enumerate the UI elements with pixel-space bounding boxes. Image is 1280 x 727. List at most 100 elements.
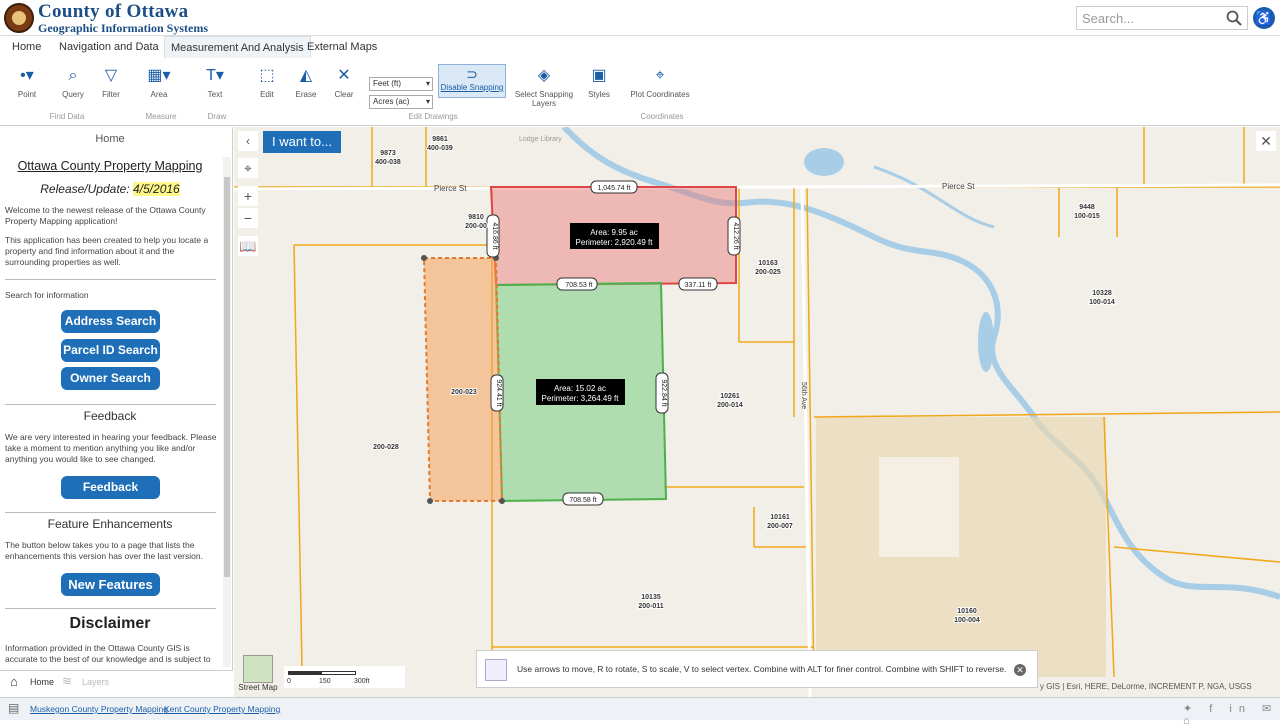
area-button[interactable]: ▦▾ Area [140, 66, 178, 99]
parcel-number-label: 10160 [957, 608, 977, 615]
features-title: Feature Enhancements [47, 517, 173, 531]
pond-shape [978, 312, 994, 372]
dimension-label: 922.84 ft [660, 379, 667, 406]
parcel-number-label: 9873 [380, 150, 396, 157]
parcel-id-label: 400-038 [375, 159, 401, 166]
street-label: Pierce St [942, 182, 975, 191]
tab-measurement-and-analysis[interactable]: Measurement And Analysis [164, 36, 311, 58]
release-label: Release/Update: [40, 182, 130, 196]
features-text: The button below takes you to a page tha… [5, 540, 203, 561]
divider [5, 512, 216, 513]
parcel-id-search-button[interactable]: Parcel ID Search [61, 339, 160, 362]
app-title: Ottawa County Property Mapping [17, 159, 203, 173]
pond-shape [804, 148, 844, 176]
area-unit-select[interactable]: Acres (ac) [369, 95, 433, 109]
point-label: Point [17, 90, 37, 99]
collapse-sidebar-button[interactable]: ‹ [238, 131, 258, 151]
erase-label: Erase [295, 90, 317, 99]
close-icon: ✕ [337, 67, 351, 84]
dimension-label: 924.41 ft [495, 379, 502, 406]
area-label: Area [150, 90, 168, 99]
address-search-button[interactable]: Address Search [61, 310, 160, 333]
kent-county-link[interactable]: Kent County Property Mapping [164, 704, 280, 714]
parcel-id-label: 200-025 [755, 269, 781, 276]
accessibility-icon[interactable]: ♿ [1253, 7, 1275, 29]
app-header: County of Ottawa Geographic Information … [0, 0, 1280, 36]
green-area-text: Area: 15.02 ac [554, 384, 606, 393]
text-button[interactable]: T▾ Text [196, 66, 234, 99]
parcel-number-label: 10163 [758, 260, 778, 267]
dimension-label: 337.11 ft [685, 282, 712, 289]
styles-icon: ▣ [591, 67, 607, 84]
bottom-nav-home[interactable]: Home [30, 677, 54, 687]
plot-coordinates-button[interactable]: ⌖ Plot Coordinates [628, 66, 692, 99]
search-input[interactable]: Search... [1076, 6, 1248, 30]
street-map-thumbnail [243, 655, 273, 683]
muskegon-county-link[interactable]: Muskegon County Property Mapping [30, 704, 168, 714]
parcel-number-label: 9448 [1079, 204, 1095, 211]
scale-graphic [288, 671, 356, 675]
zoom-in-button[interactable]: + [238, 186, 258, 206]
social-share-icons[interactable]: ✦ f in ✉ ⌂ [1183, 702, 1280, 727]
parcel-id-label: 200-011 [638, 603, 663, 610]
county-seal-logo [4, 3, 34, 33]
search-icon[interactable] [1226, 10, 1242, 26]
parcel-number-label: 10261 [720, 393, 740, 400]
sidebar-scrollbar[interactable] [223, 157, 231, 667]
select-snapping-layers-button[interactable]: ◈ Select Snapping Layers [512, 66, 576, 108]
erase-button[interactable]: ◭ Erase [293, 66, 319, 99]
orange-selected-polygon[interactable] [422, 257, 504, 502]
parcel-highlight [816, 417, 1106, 677]
new-features-button[interactable]: New Features [61, 573, 160, 596]
welcome-text: Welcome to the newest release of the Ott… [5, 205, 206, 226]
disclaimer-title: Disclaimer [69, 615, 151, 632]
main-tabs: Home Navigation and Data Measurement And… [0, 36, 1280, 58]
street-label: Pierce St [434, 184, 467, 193]
owner-search-button[interactable]: Owner Search [61, 367, 160, 390]
map-view[interactable]: Pierce St Pierce St Lodge Library 56th Ave A… [234, 127, 1280, 697]
filter-label: Filter [102, 90, 120, 99]
parcel-number-label: 9861 [432, 136, 448, 143]
scale-300: 300ft [354, 678, 370, 685]
locate-icon[interactable]: ⌖ [238, 158, 258, 178]
map-attribution: y GIS | Esri, HERE, DeLorme, INCREMENT P… [1040, 682, 1252, 691]
edit-button[interactable]: ⬚ Edit [254, 66, 280, 99]
bottom-nav-layers[interactable]: Layers [82, 677, 109, 687]
basemap-toggle[interactable]: Street Map [238, 655, 278, 697]
building-footprint [879, 457, 959, 557]
disable-snapping-button[interactable]: ⊃ Disable Snapping [438, 64, 506, 98]
road-label: 56th Ave [800, 382, 807, 409]
group-edit-drawings: Edit Drawings [408, 112, 458, 121]
parcel-number-label: 9810 [468, 214, 484, 221]
tools-icon[interactable]: ✕ [1256, 131, 1276, 151]
clear-label: Clear [334, 90, 354, 99]
scale-150: 150 [319, 678, 331, 685]
feedback-button[interactable]: Feedback [61, 476, 160, 499]
styles-label: Styles [588, 90, 610, 99]
parcel-id-label: 200-007 [767, 523, 793, 530]
map-canvas[interactable]: Pierce St Pierce St Lodge Library 56th Ave A… [234, 127, 1280, 697]
search-placeholder: Search... [1082, 11, 1135, 26]
layers-icon[interactable]: ≋ [62, 674, 72, 688]
tab-external-maps[interactable]: External Maps [301, 36, 383, 58]
home-icon[interactable]: ⌂ [10, 674, 18, 689]
clear-button[interactable]: ✕ Clear [332, 66, 356, 99]
parcel-id-label: 200-023 [451, 389, 477, 396]
i-want-to-button[interactable]: I want to... [263, 131, 341, 153]
edit-instructions-panel: Use arrows to move, R to rotate, S to sc… [476, 650, 1038, 688]
length-unit-select[interactable]: Feet (ft) [369, 77, 433, 91]
layers-icon: ◈ [537, 67, 551, 84]
styles-button[interactable]: ▣ Styles [584, 66, 614, 99]
bookmarks-icon[interactable]: 📖 [238, 236, 258, 256]
query-label: Query [62, 90, 84, 99]
close-icon[interactable]: ✕ [1014, 664, 1026, 676]
tab-home[interactable]: Home [6, 36, 47, 58]
filter-button[interactable]: ▽ Filter [98, 66, 124, 99]
point-button[interactable]: •▾ Point [10, 66, 44, 99]
zoom-out-button[interactable]: − [238, 208, 258, 228]
group-find-data: Find Data [49, 112, 85, 121]
tab-navigation-and-data[interactable]: Navigation and Data [53, 36, 165, 58]
sidebar-panel: Home Ottawa County Property Mapping Rele… [0, 127, 233, 670]
query-button[interactable]: ⌕ Query [58, 66, 88, 99]
plot-coordinates-icon: ⌖ [655, 67, 665, 84]
